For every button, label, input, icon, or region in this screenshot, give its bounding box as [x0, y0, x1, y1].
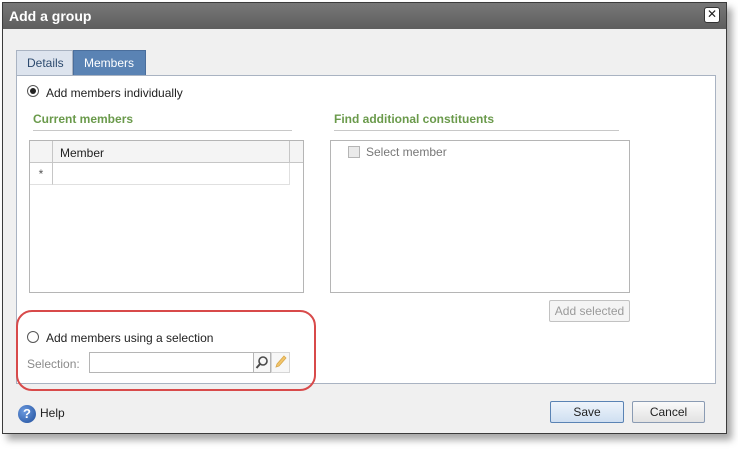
title-bar: Add a group ✕	[3, 3, 726, 29]
add-selected-button[interactable]: Add selected	[549, 300, 630, 322]
member-cell[interactable]	[53, 163, 290, 185]
current-members-grid: Member *	[29, 140, 304, 293]
find-constituents-heading: Find additional constituents	[334, 112, 619, 131]
save-button[interactable]: Save	[550, 401, 624, 423]
new-row-marker: *	[30, 163, 53, 185]
current-members-heading: Current members	[33, 112, 292, 131]
select-member-checkbox[interactable]	[348, 146, 360, 158]
tab-members[interactable]: Members	[73, 50, 146, 75]
selection-highlight-outline	[16, 310, 316, 391]
find-constituents-box: Select member	[330, 140, 630, 293]
grid-selector-header	[30, 141, 53, 163]
grid-header-divider	[289, 141, 290, 163]
close-icon[interactable]: ✕	[704, 7, 720, 23]
table-row[interactable]: *	[30, 163, 303, 185]
grid-header: Member	[30, 141, 303, 163]
add-individually-label: Add members individually	[46, 86, 183, 100]
member-column-header[interactable]: Member	[60, 146, 104, 160]
dialog-title: Add a group	[9, 8, 92, 24]
cancel-button[interactable]: Cancel	[632, 401, 705, 423]
select-member-label: Select member	[366, 145, 447, 159]
tab-details[interactable]: Details	[16, 50, 73, 75]
help-link[interactable]: Help	[40, 406, 65, 420]
help-icon[interactable]: ?	[18, 405, 36, 423]
add-individually-radio[interactable]	[27, 85, 39, 97]
